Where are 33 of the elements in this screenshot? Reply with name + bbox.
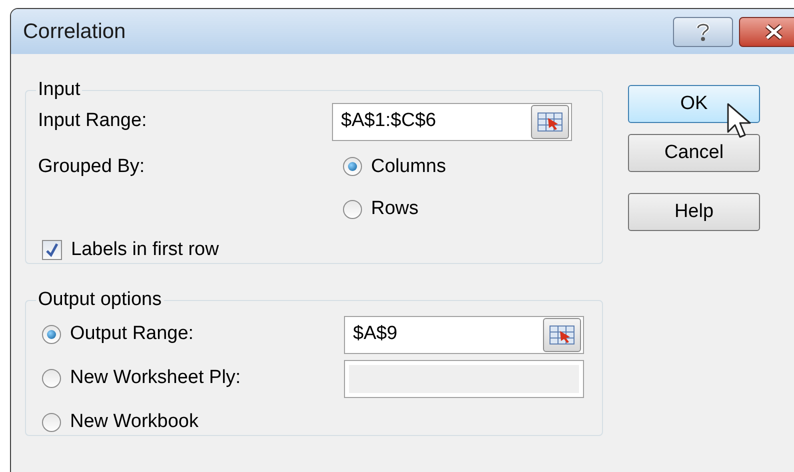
field-label: Grouped By: xyxy=(38,154,146,178)
dialog-button[interactable]: Cancel xyxy=(628,134,760,172)
range-picker-button[interactable] xyxy=(543,318,581,352)
radio-label: Columns xyxy=(371,154,446,178)
dialog-button[interactable]: OK xyxy=(628,85,760,123)
radio-label: Output Range: xyxy=(70,322,194,346)
radio-label: New Worksheet Ply: xyxy=(70,366,241,390)
radio-button[interactable] xyxy=(42,325,61,344)
pointer-cursor-icon xyxy=(726,102,752,140)
help-button[interactable] xyxy=(673,16,733,46)
checkmark-icon xyxy=(45,242,59,257)
field-label: Input Range: xyxy=(38,109,147,134)
radio-button[interactable] xyxy=(42,369,61,388)
radio-label: Rows xyxy=(371,197,419,221)
output-range-field[interactable]: $A$9 xyxy=(344,316,584,354)
checkbox-label: Labels in first row xyxy=(71,238,219,262)
radio-label: New Workbook xyxy=(70,410,198,434)
question-mark-icon xyxy=(696,22,710,42)
range-picker-button[interactable] xyxy=(531,104,569,138)
group-title: Input xyxy=(37,78,82,102)
close-button[interactable] xyxy=(739,16,794,46)
radio-button[interactable] xyxy=(42,413,61,432)
group-title: Output options xyxy=(37,288,163,312)
worksheet-name-field[interactable] xyxy=(344,360,584,398)
radio-button[interactable] xyxy=(343,200,362,219)
checkbox[interactable] xyxy=(42,240,62,260)
window-title: Correlation xyxy=(23,18,127,45)
radio-button[interactable] xyxy=(343,157,362,176)
input-range-field[interactable]: $A$1:$C$6 xyxy=(332,102,572,140)
close-icon xyxy=(763,24,785,40)
dialog-button[interactable]: Help xyxy=(628,193,760,231)
grid-arrow-icon xyxy=(537,112,563,132)
grid-arrow-icon xyxy=(549,324,575,344)
